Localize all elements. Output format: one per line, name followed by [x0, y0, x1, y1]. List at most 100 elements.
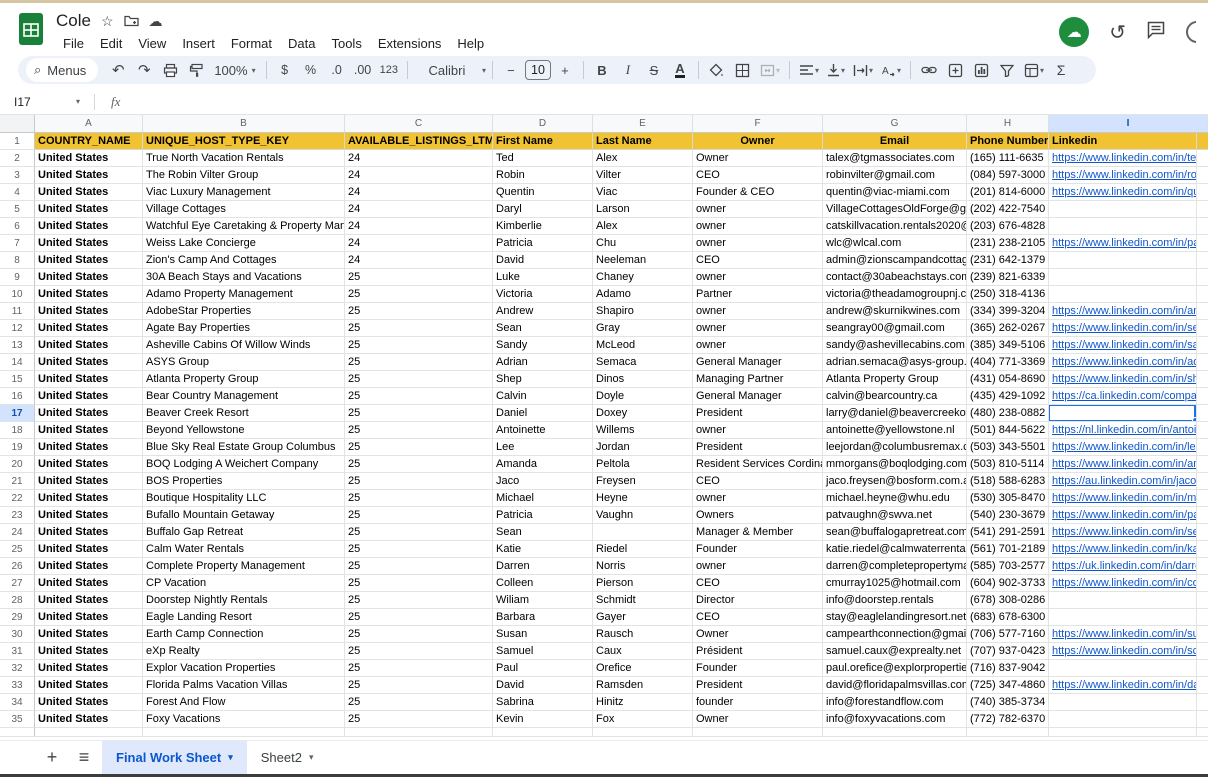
cell[interactable]: Luke — [493, 269, 593, 286]
cell[interactable]: Bufallo Mountain Getaway — [143, 507, 345, 524]
cell[interactable]: 25 — [345, 388, 493, 405]
header-cell[interactable]: COUNTRY_NAME — [35, 133, 143, 150]
column-header-D[interactable]: D — [493, 115, 593, 132]
cell[interactable]: info@doorstep.rentals — [823, 592, 967, 609]
cell[interactable]: CEO — [693, 575, 823, 592]
cell[interactable]: Jaco — [493, 473, 593, 490]
cell[interactable]: Resident Services Cordinator — [693, 456, 823, 473]
cell[interactable]: Daryl — [493, 201, 593, 218]
cell[interactable]: Weiss Lake Concierge — [143, 235, 345, 252]
cell[interactable] — [693, 728, 823, 737]
cell[interactable]: United States — [35, 694, 143, 711]
cell[interactable]: (203) 676-4828 — [967, 218, 1049, 235]
cell[interactable]: stay@eaglelandingresort.net — [823, 609, 967, 626]
undo-button[interactable]: ↶ — [106, 58, 130, 82]
cell[interactable] — [593, 524, 693, 541]
row-number-19[interactable]: 19 — [0, 439, 35, 456]
row-number-32[interactable]: 32 — [0, 660, 35, 677]
cell[interactable]: https://www.linkedin.com/in/ted — [1049, 150, 1197, 167]
cell[interactable]: Explor Vacation Properties — [143, 660, 345, 677]
cell[interactable]: 25 — [345, 609, 493, 626]
cell[interactable]: 25 — [345, 269, 493, 286]
cell[interactable]: Robin — [493, 167, 593, 184]
cell[interactable]: larry@daniel@beavercreekowne — [823, 405, 967, 422]
cell[interactable]: BOS Properties — [143, 473, 345, 490]
cell[interactable]: owner — [693, 337, 823, 354]
row-number-4[interactable]: 4 — [0, 184, 35, 201]
cell[interactable]: info@forestandflow.com — [823, 694, 967, 711]
name-box[interactable]: I17 ▾ — [0, 95, 88, 109]
cell[interactable]: https://www.linkedin.com/in/sus — [1049, 626, 1197, 643]
cell[interactable]: owner — [693, 558, 823, 575]
cell[interactable]: Viac — [593, 184, 693, 201]
cell[interactable]: Freysen — [593, 473, 693, 490]
cell[interactable]: McLeod — [593, 337, 693, 354]
cell[interactable]: david@floridapalmsvillas.com — [823, 677, 967, 694]
cell[interactable]: 25 — [345, 371, 493, 388]
cell[interactable]: owner — [693, 269, 823, 286]
document-status-cloud-icon[interactable]: ☁ — [149, 14, 163, 28]
cell[interactable]: robinvilter@gmail.com — [823, 167, 967, 184]
cell[interactable]: owner — [693, 201, 823, 218]
cell[interactable]: 25 — [345, 303, 493, 320]
row-number-34[interactable]: 34 — [0, 694, 35, 711]
cell[interactable]: United States — [35, 439, 143, 456]
cell[interactable]: (202) 422-7540 — [967, 201, 1049, 218]
text-rotation-button[interactable]: A ▾ — [878, 58, 904, 82]
horizontal-align-button[interactable]: ▾ — [796, 58, 822, 82]
cell[interactable] — [823, 728, 967, 737]
cell[interactable]: (678) 308-0286 — [967, 592, 1049, 609]
cell[interactable]: owner — [693, 303, 823, 320]
menu-help[interactable]: Help — [450, 34, 491, 53]
cell[interactable]: Sabrina — [493, 694, 593, 711]
cell[interactable]: Blue Sky Real Estate Group Columbus — [143, 439, 345, 456]
cell[interactable]: paul.orefice@explorproperties.c — [823, 660, 967, 677]
sheets-logo-icon[interactable] — [18, 11, 46, 47]
cell[interactable]: Semaca — [593, 354, 693, 371]
cell[interactable]: 25 — [345, 575, 493, 592]
cell[interactable]: United States — [35, 235, 143, 252]
column-header-A[interactable]: A — [35, 115, 143, 132]
cell[interactable] — [493, 728, 593, 737]
cell[interactable]: Bear Country Management — [143, 388, 345, 405]
insert-comment-button[interactable] — [943, 58, 967, 82]
cell[interactable]: https://www.linkedin.com/in/rob — [1049, 167, 1197, 184]
cell[interactable]: Atlanta Property Group — [823, 371, 967, 388]
cell[interactable]: United States — [35, 677, 143, 694]
row-number-16[interactable]: 16 — [0, 388, 35, 405]
row-number-29[interactable]: 29 — [0, 609, 35, 626]
cell[interactable]: United States — [35, 422, 143, 439]
cell[interactable]: https://www.linkedin.com/in/mic — [1049, 490, 1197, 507]
cell[interactable]: (683) 678-6300 — [967, 609, 1049, 626]
cell[interactable]: (561) 701-2189 — [967, 541, 1049, 558]
cell[interactable]: David — [493, 677, 593, 694]
cell[interactable]: campearthconnection@gmail.cc — [823, 626, 967, 643]
header-cell[interactable]: First Name — [493, 133, 593, 150]
cell[interactable]: (250) 318-4136 — [967, 286, 1049, 303]
comments-icon[interactable] — [1146, 20, 1166, 45]
cell[interactable]: United States — [35, 626, 143, 643]
row-number-21[interactable]: 21 — [0, 473, 35, 490]
cell[interactable]: Adamo Property Management — [143, 286, 345, 303]
cell[interactable]: (365) 262-0267 — [967, 320, 1049, 337]
cell[interactable]: The Robin Vilter Group — [143, 167, 345, 184]
cell[interactable]: Sean — [493, 320, 593, 337]
cell[interactable] — [1049, 694, 1197, 711]
cell[interactable]: Colleen — [493, 575, 593, 592]
header-cell[interactable]: Email — [823, 133, 967, 150]
cell[interactable]: Président — [693, 643, 823, 660]
cell[interactable]: United States — [35, 218, 143, 235]
functions-button[interactable]: Σ — [1049, 58, 1073, 82]
cell[interactable]: andrew@skurnikwines.com — [823, 303, 967, 320]
cell[interactable]: United States — [35, 660, 143, 677]
row-number-23[interactable]: 23 — [0, 507, 35, 524]
cell[interactable]: United States — [35, 507, 143, 524]
cell[interactable]: 25 — [345, 677, 493, 694]
sheet-tab-sheet2[interactable]: Sheet2▾ — [247, 741, 328, 775]
cell[interactable]: Viac Luxury Management — [143, 184, 345, 201]
cell[interactable]: Partner — [693, 286, 823, 303]
row-number-9[interactable]: 9 — [0, 269, 35, 286]
cell[interactable]: Complete Property Management — [143, 558, 345, 575]
cell[interactable] — [1049, 218, 1197, 235]
cell[interactable]: (725) 347-4860 — [967, 677, 1049, 694]
